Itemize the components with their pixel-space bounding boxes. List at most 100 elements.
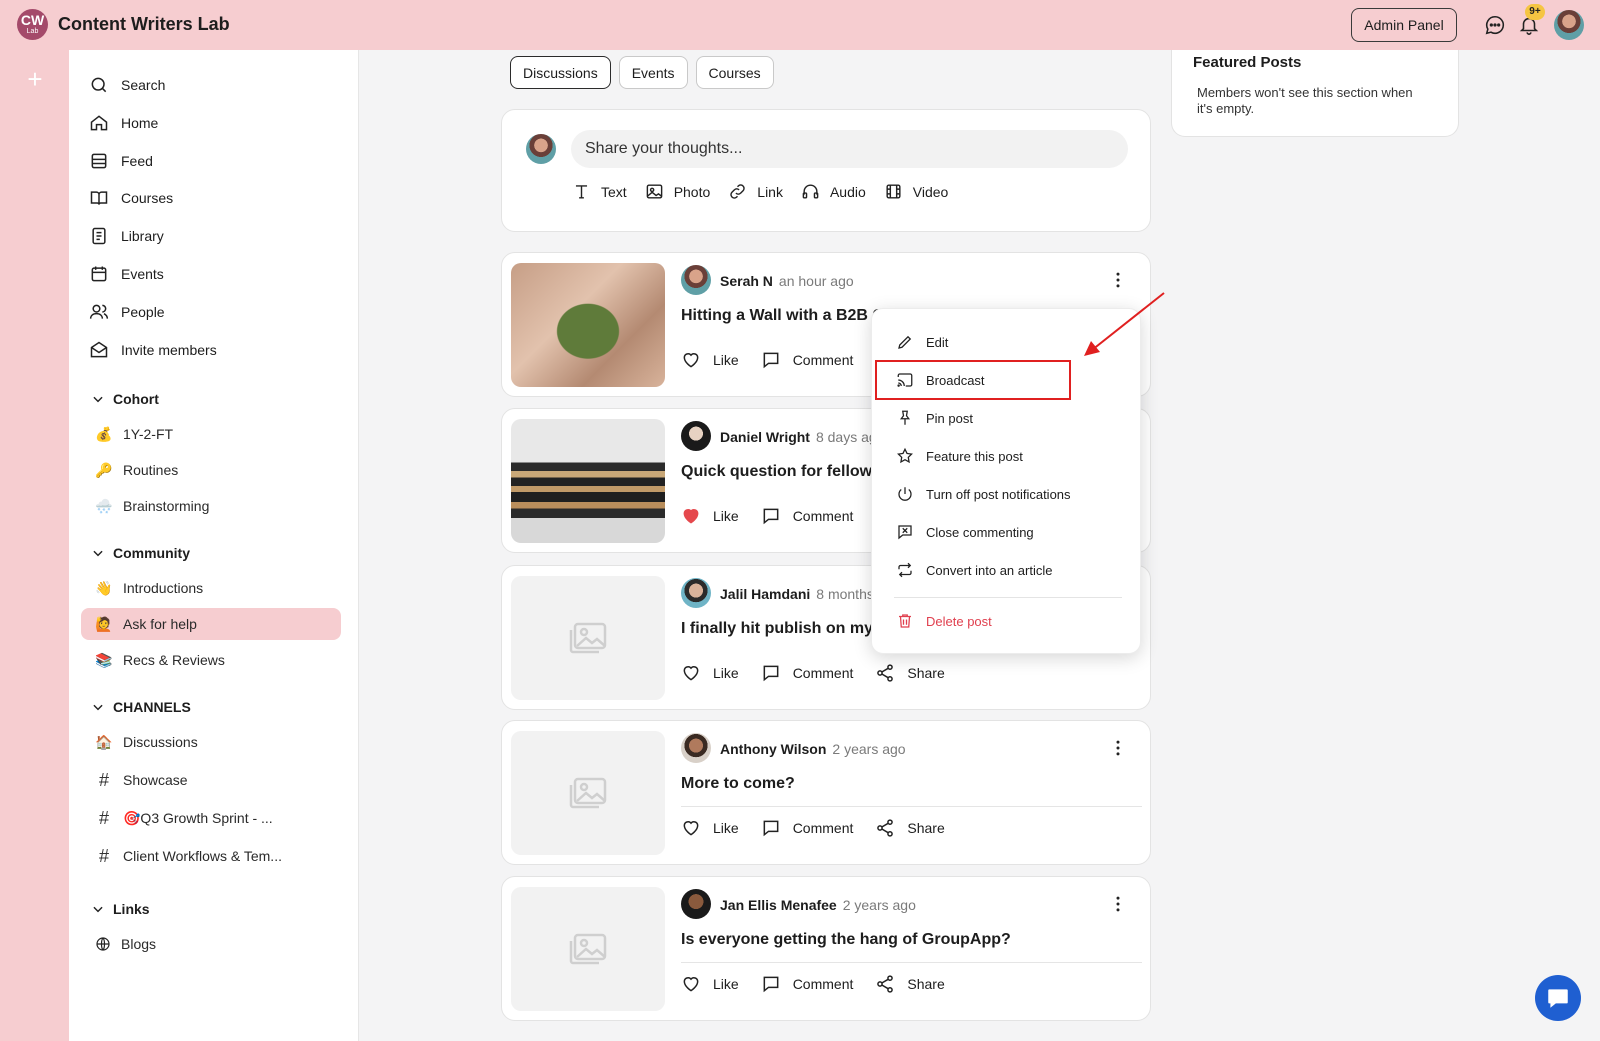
more-options-icon[interactable] <box>1108 894 1128 914</box>
text-icon <box>575 185 588 199</box>
nav-courses[interactable]: Courses <box>89 183 173 213</box>
sidebar-item-brainstorming[interactable]: 🌨️ Brainstorming <box>81 490 341 522</box>
avatar[interactable] <box>681 733 711 763</box>
text-tool[interactable]: Text <box>572 182 627 201</box>
post-title[interactable]: Is everyone getting the hang of GroupApp… <box>681 931 1011 949</box>
tab-events[interactable]: Events <box>618 56 688 89</box>
avatar[interactable] <box>681 578 711 608</box>
chat-bubble-icon <box>1548 989 1568 1008</box>
sidebar-item-routines[interactable]: 🔑 Routines <box>81 454 341 486</box>
comment-icon <box>763 976 779 993</box>
share-button[interactable]: Share <box>875 818 945 838</box>
app-title: Content Writers Lab <box>58 14 230 34</box>
like-button[interactable]: Like <box>681 974 739 994</box>
audio-tool[interactable]: Audio <box>801 182 866 201</box>
sidebar-item-client-workflows[interactable]: # Client Workflows & Tem... <box>81 840 341 872</box>
sidebar-item-ask-for-help[interactable]: 🙋 Ask for help <box>81 608 341 640</box>
post-author[interactable]: Serah N <box>720 273 773 289</box>
sidebar-item-q3-growth-sprint[interactable]: # 🎯Q3 Growth Sprint - ... <box>81 802 341 834</box>
like-button[interactable]: Like <box>681 506 739 526</box>
chat-icon[interactable] <box>1484 14 1506 36</box>
chevron-down-icon <box>93 550 103 557</box>
menu-item-delete-post[interactable]: Delete post <box>896 608 992 634</box>
post-image-placeholder[interactable] <box>511 576 665 700</box>
admin-panel-button[interactable]: Admin Panel <box>1351 8 1457 42</box>
menu-item-pin-post[interactable]: Pin post <box>896 405 973 431</box>
post-actions: Like Comment <box>681 506 853 526</box>
post-image-placeholder[interactable] <box>511 731 665 855</box>
sidebar-item-discussions[interactable]: 🏠 Discussions <box>81 726 341 758</box>
comment-button[interactable]: Comment <box>761 818 853 838</box>
nav-search[interactable]: Search <box>89 70 165 100</box>
pencil-icon <box>898 335 912 349</box>
post-author[interactable]: Daniel Wright <box>720 429 810 445</box>
sidebar-item-recs-reviews[interactable]: 📚 Recs & Reviews <box>81 644 341 676</box>
post-title[interactable]: Quick question for fellow <box>681 463 872 481</box>
menu-item-edit[interactable]: Edit <box>896 329 948 355</box>
share-button[interactable]: Share <box>875 663 945 683</box>
sidebar-item-1y-2-ft[interactable]: 💰 1Y-2-FT <box>81 418 341 450</box>
chevron-down-icon <box>93 906 103 913</box>
user-avatar[interactable] <box>1554 10 1584 40</box>
share-button[interactable]: Share <box>875 974 945 994</box>
post-time: 8 months <box>816 586 874 602</box>
menu-item-close-commenting[interactable]: Close commenting <box>896 519 1034 545</box>
tab-courses[interactable]: Courses <box>695 56 774 89</box>
more-options-icon[interactable] <box>1108 270 1128 290</box>
post-author[interactable]: Anthony Wilson <box>720 741 826 757</box>
post-author[interactable]: Jan Ellis Menafee <box>720 897 837 913</box>
feed-icon <box>91 153 107 169</box>
support-chat-button[interactable] <box>1535 975 1581 1021</box>
divider <box>681 806 1142 807</box>
tab-discussions[interactable]: Discussions <box>510 56 611 89</box>
comment-icon <box>763 665 779 682</box>
post-author[interactable]: Jalil Hamdani <box>720 586 810 602</box>
comment-button[interactable]: Comment <box>761 974 853 994</box>
sidebar-item-blogs[interactable]: Blogs <box>81 928 341 960</box>
more-options-icon[interactable] <box>1108 738 1128 758</box>
nav-events[interactable]: Events <box>89 259 164 289</box>
post-image[interactable] <box>511 263 665 387</box>
photo-tool[interactable]: Photo <box>645 182 710 201</box>
books-icon: 📚 <box>95 651 113 668</box>
post-title[interactable]: More to come? <box>681 775 795 793</box>
post-title[interactable]: I finally hit publish on my <box>681 620 873 638</box>
video-tool[interactable]: Video <box>884 182 948 201</box>
post-image[interactable] <box>511 419 665 543</box>
nav-people[interactable]: People <box>89 297 165 327</box>
sidebar-item-showcase[interactable]: # Showcase <box>81 764 341 796</box>
nav-library[interactable]: Library <box>89 221 164 251</box>
app-logo[interactable]: CW Lab <box>17 9 48 40</box>
link-tool[interactable]: Link <box>728 182 783 201</box>
menu-item-feature-post[interactable]: Feature this post <box>896 443 1023 469</box>
nav-invite-members[interactable]: Invite members <box>89 335 217 365</box>
section-channels[interactable]: CHANNELS <box>91 695 191 719</box>
comment-button[interactable]: Comment <box>761 350 853 370</box>
like-button[interactable]: Like <box>681 663 739 683</box>
like-button[interactable]: Like <box>681 818 739 838</box>
like-button[interactable]: Like <box>681 350 739 370</box>
section-community[interactable]: Community <box>91 541 190 565</box>
money-bag-icon: 💰 <box>95 425 113 442</box>
post-title[interactable]: Hitting a Wall with a B2B C <box>681 307 884 325</box>
avatar[interactable] <box>681 889 711 919</box>
add-space-icon[interactable]: + <box>24 66 46 92</box>
post-image-placeholder[interactable] <box>511 887 665 1011</box>
avatar[interactable] <box>681 265 711 295</box>
hash-icon: # <box>98 845 109 866</box>
menu-item-convert-article[interactable]: Convert into an article <box>896 557 1052 583</box>
comment-button[interactable]: Comment <box>761 506 853 526</box>
sidebar-item-introductions[interactable]: 👋 Introductions <box>81 572 341 604</box>
heart-icon <box>683 977 699 992</box>
section-cohort[interactable]: Cohort <box>91 387 159 411</box>
snow-cloud-icon: 🌨️ <box>95 497 113 514</box>
nav-feed[interactable]: Feed <box>89 146 153 176</box>
globe-icon <box>96 937 110 951</box>
menu-item-notifications-off[interactable]: Turn off post notifications <box>896 481 1071 507</box>
annotation-arrow-icon <box>1084 292 1165 356</box>
avatar[interactable] <box>681 421 711 451</box>
share-thoughts-input[interactable] <box>571 130 1128 168</box>
comment-button[interactable]: Comment <box>761 663 853 683</box>
section-links[interactable]: Links <box>91 897 150 921</box>
nav-home[interactable]: Home <box>89 108 158 138</box>
